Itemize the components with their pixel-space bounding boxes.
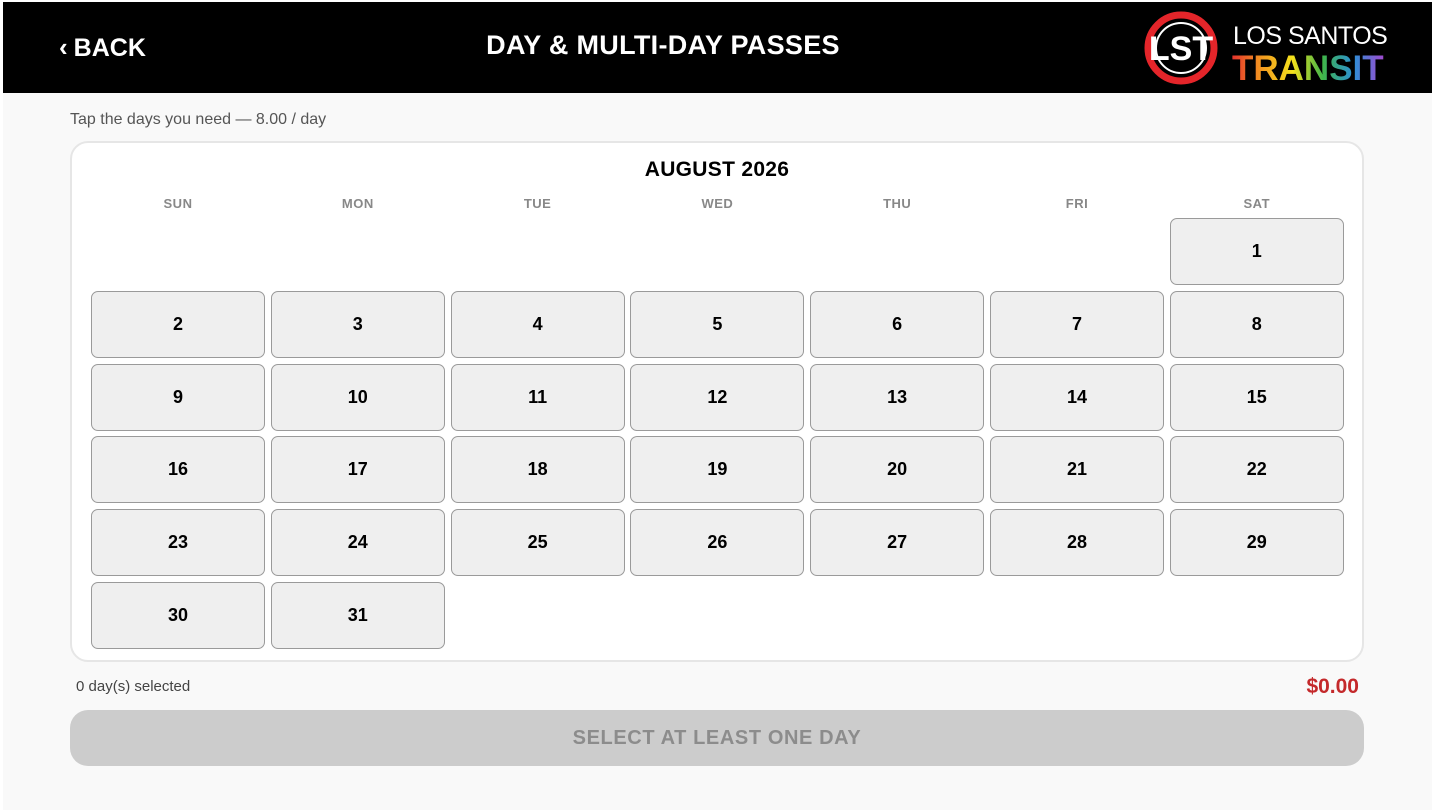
day-cell-8[interactable]: 8 [1169,290,1344,358]
day-cell-18[interactable]: 18 [450,436,625,504]
selected-count: 0 day(s) selected [76,678,191,695]
day-cell-21[interactable]: 21 [990,436,1164,504]
day-cell-13[interactable]: 13 [810,363,985,431]
calendar-month-title: AUGUST 2026 [644,158,790,181]
weekday-sun: SUN [163,196,193,211]
day-cell-29[interactable]: 29 [1169,509,1344,577]
header-bar: ‹ BACK DAY & MULTI-DAY PASSES LST LOS SA… [3,2,1432,93]
weekday-tue: TUE [523,196,552,211]
weekday-thu: THU [883,196,912,211]
day-cell-11[interactable]: 11 [450,363,625,431]
day-cell-31[interactable]: 31 [270,582,445,649]
day-cell-23[interactable]: 23 [91,509,265,577]
weekday-mon: MON [341,196,374,211]
calendar-card: AUGUST 2026 SUN MON TUE WED THU FRI SAT 123456… [70,141,1364,662]
day-cell-6[interactable]: 6 [810,290,985,358]
day-cell-9[interactable]: 9 [91,363,265,431]
day-cell-12[interactable]: 12 [630,363,805,431]
day-cell-22[interactable]: 22 [1169,436,1344,504]
day-cell-16[interactable]: 16 [91,436,265,504]
weekday-fri: FRI [1065,196,1089,211]
day-cell-19[interactable]: 19 [630,436,805,504]
day-cell-5[interactable]: 5 [630,290,805,358]
logo-text-top: LOS SANTOS [1233,22,1387,50]
purchase-button[interactable]: SELECT AT LEAST ONE DAY [70,710,1364,766]
day-cell-15[interactable]: 15 [1169,363,1344,431]
logo-text-bottom: TRANSIT [1232,49,1384,88]
day-cell-25[interactable]: 25 [450,509,625,577]
day-cell-27[interactable]: 27 [810,509,985,577]
los-santos-transit-logo: LST LOS SANTOS TRANSIT [1144,11,1388,88]
day-cell-30[interactable]: 30 [91,582,265,649]
price-hint: Tap the days you need — 8.00 / day [70,111,327,128]
app-frame: ‹ BACK DAY & MULTI-DAY PASSES LST LOS SA… [3,2,1432,810]
day-cell-14[interactable]: 14 [990,363,1164,431]
day-cell-3[interactable]: 3 [270,290,445,358]
day-cell-26[interactable]: 26 [630,509,805,577]
day-cell-4[interactable]: 4 [450,290,625,358]
logo-mark: LST [1149,30,1213,68]
weekday-sat: SAT [1243,196,1271,211]
weekday-wed: WED [701,196,734,211]
day-cell-7[interactable]: 7 [990,290,1164,358]
day-cell-1[interactable]: 1 [1169,218,1344,285]
day-cell-28[interactable]: 28 [990,509,1164,577]
day-cell-17[interactable]: 17 [270,436,445,504]
day-cell-20[interactable]: 20 [810,436,985,504]
total-price: $0.00 [1306,675,1359,698]
day-cell-10[interactable]: 10 [270,363,445,431]
page-title: DAY & MULTI-DAY PASSES [486,30,840,60]
day-cell-2[interactable]: 2 [91,290,265,358]
day-cell-24[interactable]: 24 [270,509,445,577]
